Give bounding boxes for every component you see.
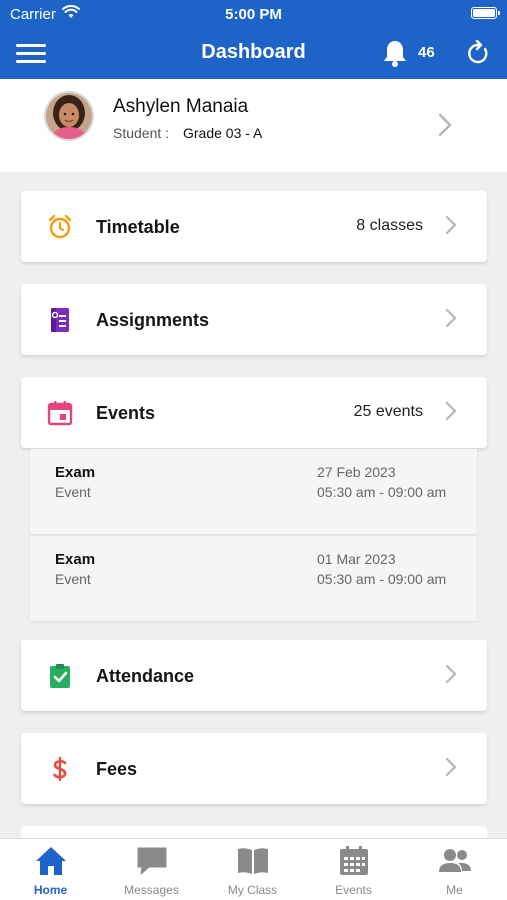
status-time: 5:00 PM	[225, 6, 282, 23]
event-time: 05:30 am - 09:00 am	[317, 484, 447, 500]
events-count: 25 events	[353, 403, 423, 420]
avatar	[44, 91, 94, 141]
dollar-icon	[53, 756, 67, 782]
fees-card[interactable]: Fees	[21, 733, 487, 804]
refresh-icon[interactable]	[466, 40, 490, 66]
event-time: 05:30 am - 09:00 am	[317, 571, 447, 587]
profile-section[interactable]: Ashylen Manaia Student : Grade 03 - A	[0, 79, 507, 172]
student-grade: Grade 03 - A	[183, 125, 263, 141]
tab-my-class[interactable]: My Class	[202, 839, 303, 900]
attendance-label: Attendance	[96, 666, 195, 686]
fees-label: Fees	[96, 759, 138, 779]
event-list-item[interactable]: Exam Event 01 Mar 2023 05:30 am - 09:00 …	[30, 536, 477, 621]
notification-count: 46	[418, 44, 435, 61]
chat-bubble-icon	[137, 847, 167, 875]
tab-label: Home	[33, 883, 68, 897]
chevron-right-icon	[445, 401, 457, 421]
status-bar: Carrier 5:00 PM	[0, 0, 507, 26]
bell-icon[interactable]	[382, 39, 408, 67]
home-icon	[36, 847, 66, 875]
tab-events[interactable]: Events	[303, 839, 404, 900]
tab-label: Events	[335, 883, 372, 897]
event-list-item[interactable]: Exam Event 27 Feb 2023 05:30 am - 09:00 …	[30, 449, 477, 534]
event-date: 01 Mar 2023	[317, 551, 396, 567]
event-type: Event	[55, 571, 91, 587]
event-title: Exam	[55, 551, 96, 568]
tab-label: Me	[446, 883, 463, 897]
tab-label: Messages	[124, 883, 179, 897]
calendar-icon	[340, 846, 368, 875]
clipboard-check-icon	[50, 664, 70, 688]
chevron-right-icon	[445, 308, 457, 328]
tab-label: My Class	[227, 883, 278, 897]
event-type: Event	[55, 484, 91, 500]
tab-bar: Home Messages My Class Events Me	[0, 838, 507, 900]
header: Dashboard 46	[0, 26, 507, 79]
assignments-label: Assignments	[96, 310, 210, 330]
chevron-right-icon	[438, 113, 452, 137]
open-book-icon	[238, 848, 268, 874]
timetable-count: 8 classes	[356, 217, 423, 234]
event-date: 27 Feb 2023	[317, 464, 396, 480]
chevron-right-icon	[445, 215, 457, 235]
assignments-card[interactable]: Assignments	[21, 284, 487, 355]
calendar-icon	[47, 401, 73, 426]
attendance-card[interactable]: Attendance	[21, 640, 487, 711]
tab-me[interactable]: Me	[404, 839, 505, 900]
event-title: Exam	[55, 464, 96, 481]
battery-icon	[471, 7, 500, 19]
notebook-icon	[51, 308, 69, 332]
people-icon	[439, 849, 471, 872]
events-label: Events	[96, 403, 156, 423]
chevron-right-icon	[445, 757, 457, 777]
timetable-card[interactable]: Timetable 8 classes	[21, 191, 487, 262]
chevron-right-icon	[445, 664, 457, 684]
events-card[interactable]: Events 25 events	[21, 377, 487, 448]
top-bar: Carrier 5:00 PM Dashboard 46	[0, 0, 507, 79]
tab-messages[interactable]: Messages	[101, 839, 202, 900]
tab-home[interactable]: Home	[0, 839, 101, 900]
alarm-clock-icon	[48, 214, 72, 239]
student-role-label: Student :	[113, 125, 170, 141]
timetable-label: Timetable	[96, 217, 180, 237]
student-name: Ashylen Manaia	[113, 96, 249, 117]
